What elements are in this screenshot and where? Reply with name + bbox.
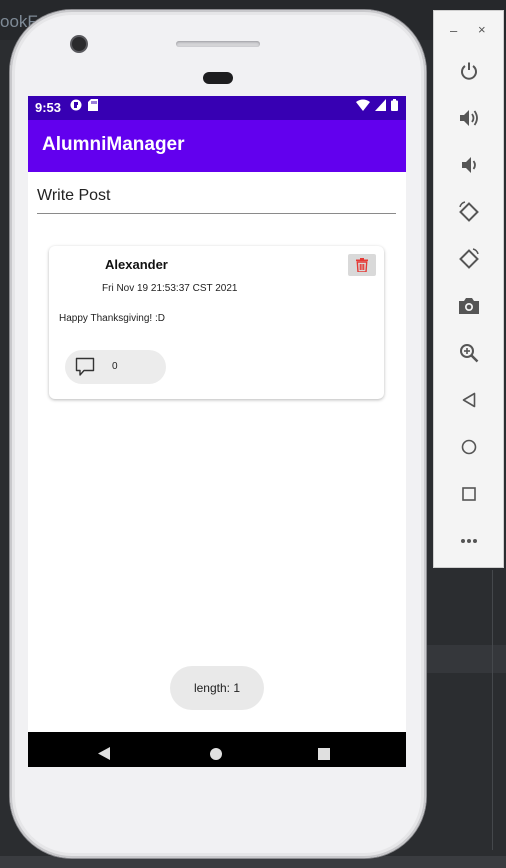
write-post-placeholder: Write Post: [37, 187, 111, 204]
notification-app-icon: [70, 99, 82, 111]
earpiece: [203, 72, 233, 84]
phone-screen: 9:53 AlumniManager Write Post Alexander …: [28, 96, 406, 767]
power-icon: [461, 62, 477, 80]
signal-icon: [375, 99, 386, 111]
volume-down-icon: [462, 157, 476, 173]
post-author: Alexander: [105, 257, 168, 272]
zoom-button[interactable]: [456, 340, 482, 366]
post-body: Happy Thanksgiving! :D: [59, 313, 165, 324]
status-time: 9:53: [35, 100, 62, 115]
ide-panel-strip: [420, 645, 506, 673]
home-button[interactable]: [456, 434, 482, 460]
rotate-left-icon: [459, 201, 479, 222]
delete-post-button[interactable]: [348, 254, 376, 276]
rotate-left-button[interactable]: [456, 199, 482, 225]
post-card: Alexander Fri Nov 19 21:53:37 CST 2021 H…: [49, 246, 384, 399]
ide-divider: [492, 570, 493, 850]
comment-button[interactable]: 0: [65, 350, 166, 384]
android-nav-bar: [28, 732, 406, 767]
recents-icon[interactable]: [318, 748, 330, 760]
app-title: AlumniManager: [42, 134, 185, 155]
more-icon: [461, 539, 477, 543]
overview-icon: [462, 487, 476, 501]
volume-up-button[interactable]: [456, 105, 482, 131]
back-icon: [462, 392, 476, 408]
trash-icon: [356, 258, 368, 272]
minimize-button[interactable]: –: [450, 23, 457, 38]
camera-icon: [459, 298, 479, 314]
close-button[interactable]: ×: [478, 22, 486, 37]
rotate-right-button[interactable]: [456, 246, 482, 272]
status-notification-icons: [70, 99, 98, 111]
app-bar: AlumniManager: [28, 120, 406, 172]
overview-button[interactable]: [456, 481, 482, 507]
status-bar: 9:53: [28, 96, 406, 120]
toast-message: length: 1: [170, 666, 264, 710]
comment-count: 0: [112, 361, 118, 372]
screenshot-button[interactable]: [456, 293, 482, 319]
emulator-toolbar: – ×: [433, 10, 504, 568]
power-button[interactable]: [456, 58, 482, 84]
back-button[interactable]: [456, 387, 482, 413]
write-post-input[interactable]: Write Post: [37, 187, 396, 214]
status-system-icons: [356, 99, 398, 111]
rotate-right-icon: [459, 248, 479, 269]
home-icon[interactable]: [210, 748, 222, 760]
battery-icon: [391, 99, 398, 111]
more-button[interactable]: [456, 528, 482, 554]
zoom-icon: [460, 344, 479, 363]
toast-text: length: 1: [193, 681, 241, 695]
front-camera: [72, 37, 86, 51]
back-icon[interactable]: [98, 747, 110, 760]
desktop: ookF ) 9:53: [0, 0, 506, 868]
speaker-grille: [176, 41, 260, 47]
volume-down-button[interactable]: [456, 152, 482, 178]
sd-card-icon: [88, 99, 98, 111]
comment-icon: [75, 357, 95, 376]
wifi-icon: [356, 99, 370, 111]
ide-code-glyph: ): [0, 708, 1, 731]
phone-frame: 9:53 AlumniManager Write Post Alexander …: [10, 10, 426, 858]
home-icon: [461, 439, 477, 455]
post-date: Fri Nov 19 21:53:37 CST 2021: [102, 283, 238, 294]
volume-up-icon: [460, 110, 478, 126]
